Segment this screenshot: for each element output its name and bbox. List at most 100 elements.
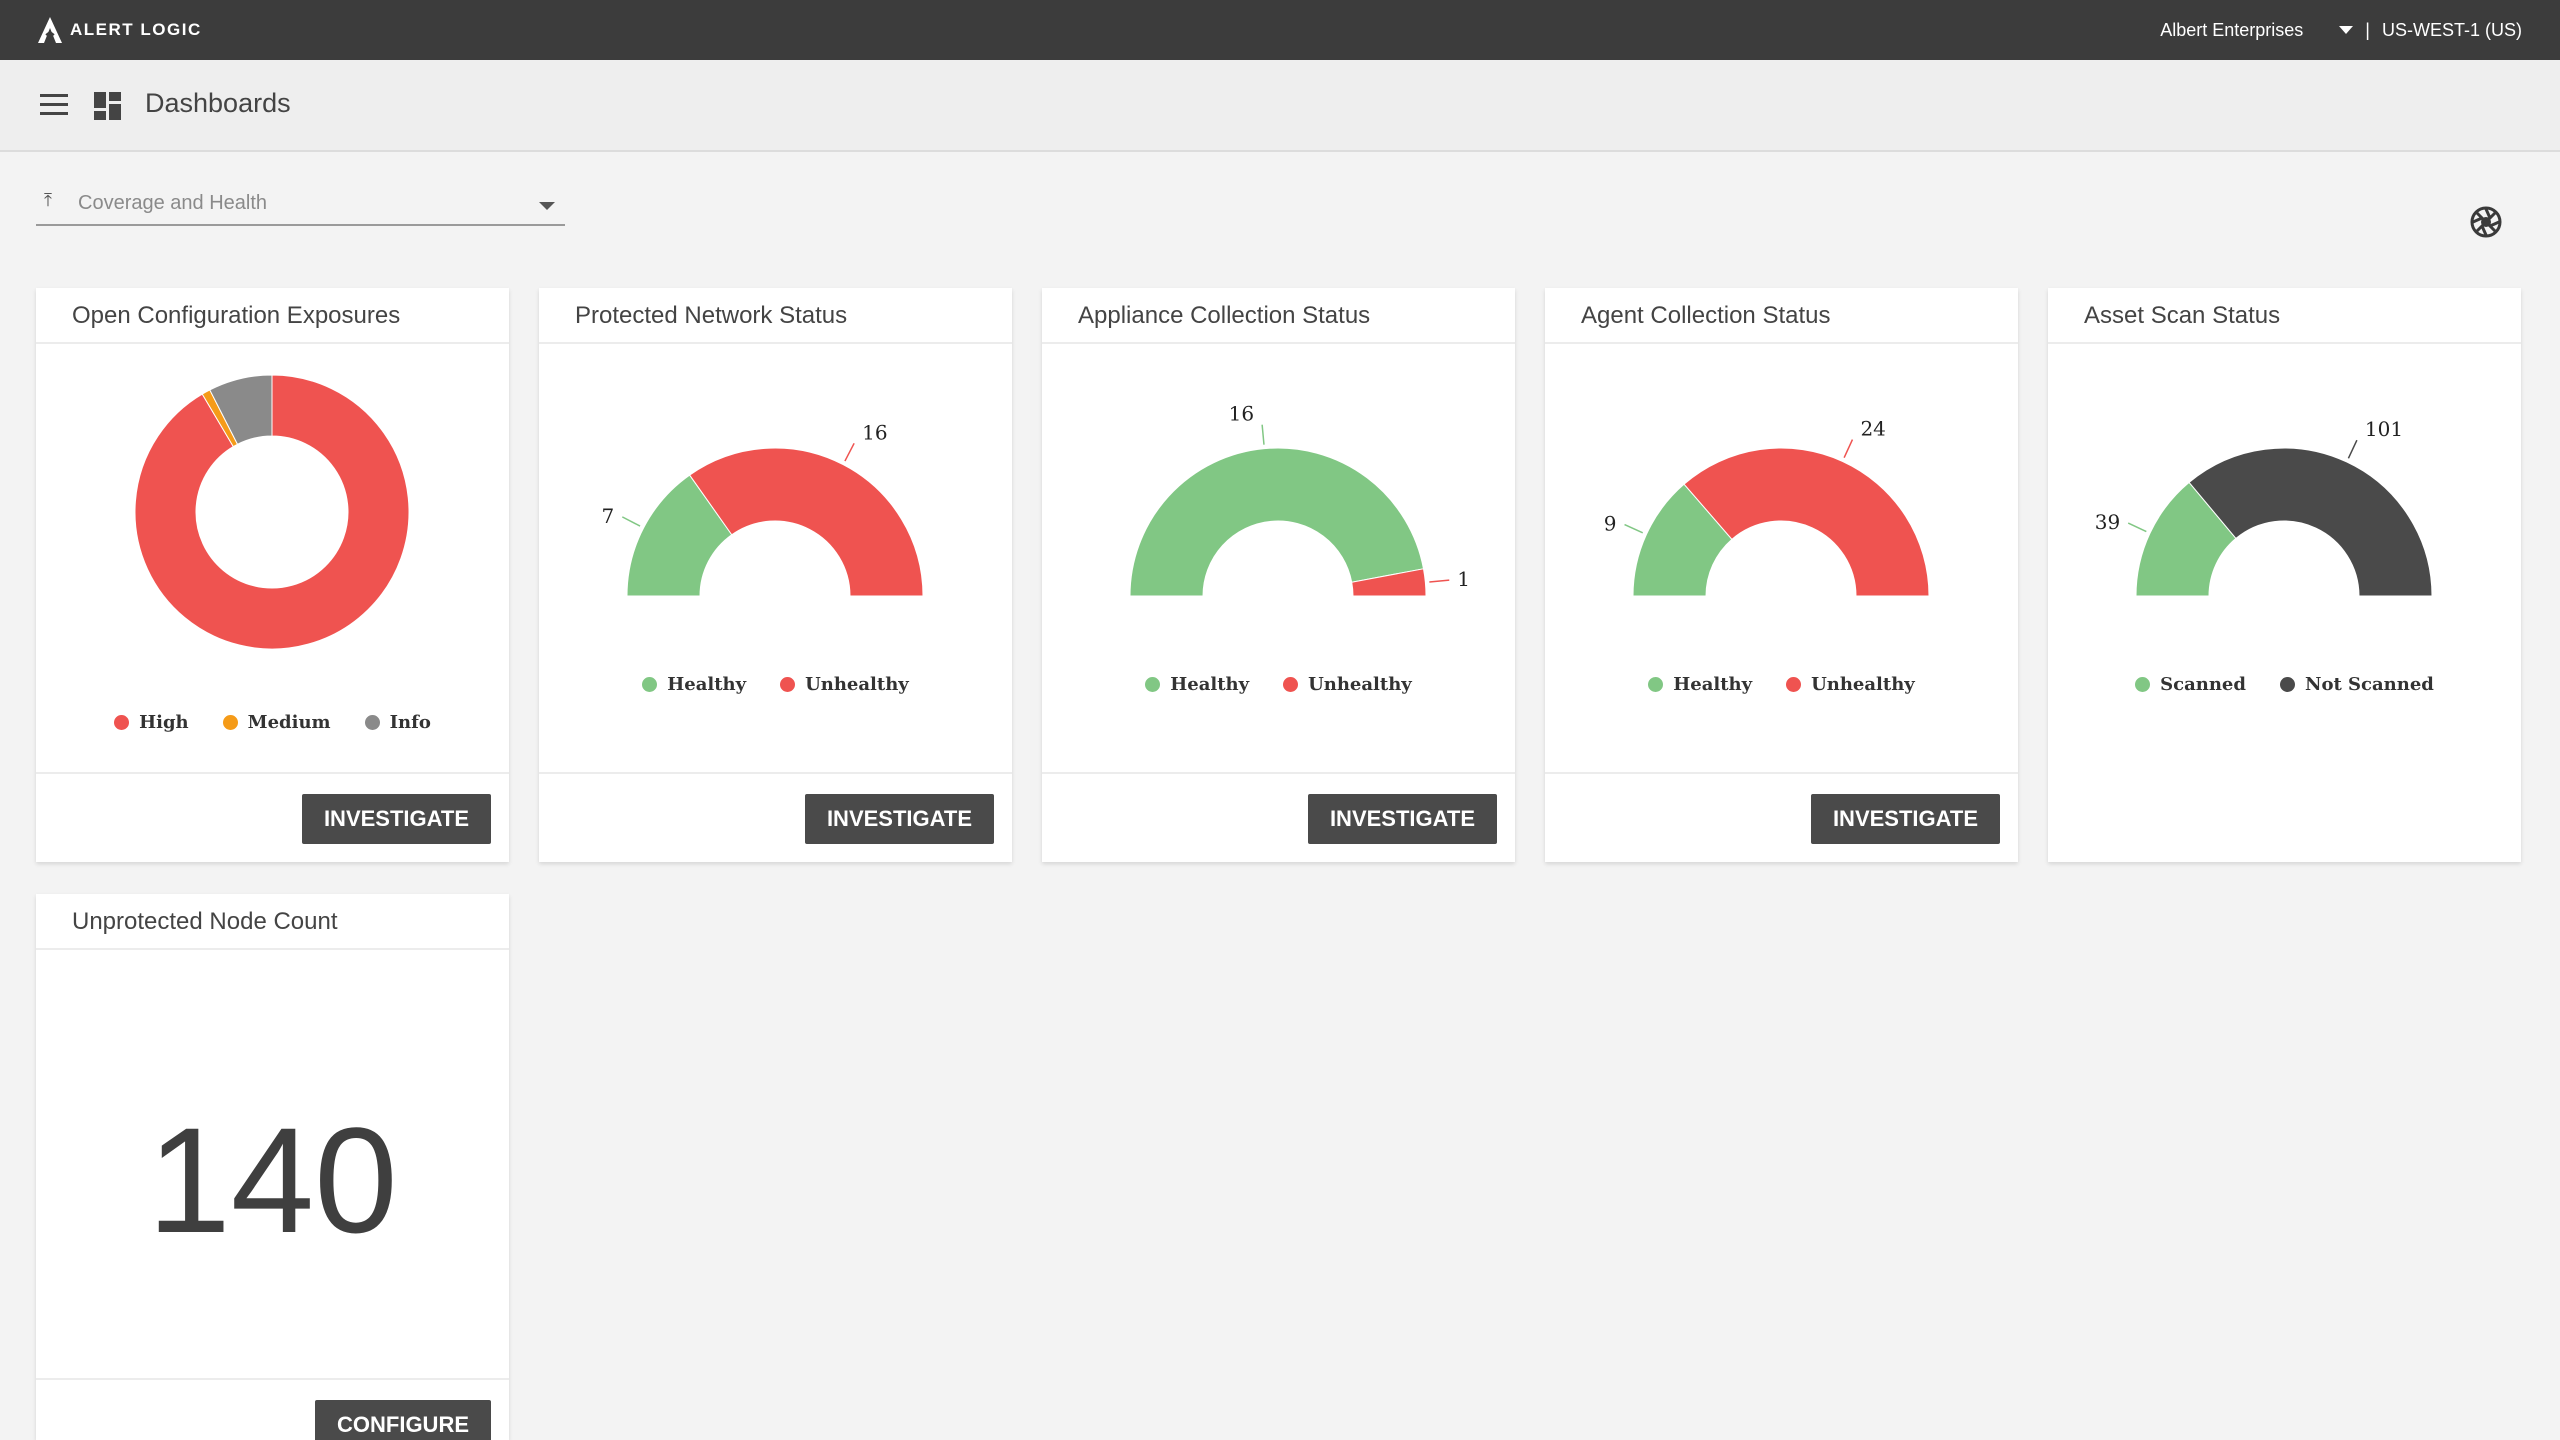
divider (36, 1378, 509, 1380)
protected-network-gauge-chart: 7 16 (602, 420, 924, 597)
legend-dot-icon (114, 715, 130, 730)
data-label: 16 (862, 420, 887, 444)
legend-dot-icon (1145, 677, 1161, 692)
page-header: Dashboards (0, 60, 2560, 152)
filter-icon: ⤒ (44, 190, 52, 210)
appliance-collection-gauge-chart: 16 1 (1129, 402, 1470, 597)
legend-item-info[interactable]: Info (364, 712, 431, 733)
logo-text: ALERT LOGIC (70, 20, 202, 39)
legend-dot-icon (1786, 677, 1802, 692)
agent-collection-status-card: Agent Collection Status 9 24 Healthy Unhe… (1545, 288, 2018, 862)
unprotected-node-count-card: Unprotected Node Count 140 CONFIGURE (36, 894, 509, 1440)
legend-item-medium[interactable]: Medium (222, 712, 331, 733)
legend-label: Unhealthy (1308, 674, 1412, 695)
account-menu: Albert Enterprises | US-WEST-1 (US) (2160, 0, 2522, 60)
gauge-slice-not-scanned[interactable] (2188, 447, 2433, 597)
leader-line (1843, 439, 1854, 459)
legend-label: Healthy (1673, 674, 1753, 695)
data-label: 1 (1457, 567, 1470, 591)
divider (539, 772, 1012, 774)
account-name[interactable]: Albert Enterprises (2160, 20, 2303, 41)
protected-network-status-card: Protected Network Status 7 16 Healthy Unh… (539, 288, 1012, 862)
node-count-value: 140 (147, 1096, 398, 1264)
card-title: Agent Collection Status (1581, 302, 1831, 329)
legend-label: Healthy (1170, 674, 1250, 695)
legend-item-not-scanned[interactable]: Not Scanned (2279, 674, 2434, 695)
legend-dot-icon (222, 715, 238, 730)
legend-dot-icon (1283, 677, 1299, 692)
leader-line (1624, 523, 1644, 534)
card-title: Open Configuration Exposures (72, 302, 401, 329)
legend-label: Healthy (667, 674, 747, 695)
legend-item-healthy[interactable]: Healthy (642, 674, 746, 695)
legend-label: Not Scanned (2304, 674, 2434, 695)
leader-line (1429, 579, 1450, 583)
exposures-donut-chart (134, 374, 410, 650)
legend-label: Info (389, 712, 431, 733)
open-configuration-exposures-card: Open Configuration Exposures High Medium… (36, 288, 509, 862)
chart-legend: High Medium Info (36, 712, 509, 733)
legend-dot-icon (780, 677, 796, 692)
card-title: Appliance Collection Status (1078, 302, 1371, 329)
data-label: 24 (1860, 417, 1885, 441)
leader-line (844, 442, 855, 462)
legend-label: Unhealthy (805, 674, 909, 695)
legend-item-unhealthy[interactable]: Unhealthy (1786, 674, 1915, 695)
legend-item-healthy[interactable]: Healthy (1145, 674, 1249, 695)
top-bar: ALERT LOGIC Albert Enterprises | US-WEST… (0, 0, 2560, 60)
legend-dot-icon (2279, 677, 2295, 692)
leader-line (2127, 522, 2147, 533)
legend-item-high[interactable]: High (114, 712, 189, 733)
region-label[interactable]: US-WEST-1 (US) (2382, 20, 2522, 41)
leader-line (621, 516, 641, 527)
gauge-slice-unhealthy[interactable] (688, 447, 924, 597)
data-label: 39 (2095, 510, 2120, 534)
legend-item-scanned[interactable]: Scanned (2135, 674, 2246, 695)
legend-item-unhealthy[interactable]: Unhealthy (1283, 674, 1412, 695)
dashboard-select-value: Coverage and Health (78, 192, 268, 214)
aperture-icon[interactable] (2470, 206, 2502, 238)
chart-legend: Healthy Unhealthy (1042, 674, 1515, 695)
card-title: Unprotected Node Count (72, 908, 338, 935)
legend-dot-icon (1648, 677, 1664, 692)
appliance-collection-status-card: Appliance Collection Status 16 1 Healthy … (1042, 288, 1515, 862)
alert-logic-logo[interactable]: ALERT LOGIC (36, 14, 202, 46)
chart-legend: Healthy Unhealthy (1545, 674, 2018, 695)
investigate-button[interactable]: INVESTIGATE (804, 794, 994, 844)
legend-dot-icon (642, 677, 658, 692)
page-title: Dashboards (145, 88, 291, 118)
data-label: 101 (2365, 417, 2403, 441)
agent-collection-gauge-chart: 9 24 (1604, 417, 1930, 597)
chevron-down-icon (539, 202, 555, 210)
investigate-button[interactable]: INVESTIGATE (1307, 794, 1497, 844)
legend-item-healthy[interactable]: Healthy (1648, 674, 1752, 695)
legend-label: Scanned (2160, 674, 2246, 695)
legend-label: High (139, 712, 189, 733)
gauge-slice-healthy[interactable] (1129, 447, 1425, 597)
asset-scan-gauge-chart: 39 101 (2095, 417, 2433, 597)
investigate-button[interactable]: INVESTIGATE (301, 794, 491, 844)
gauge-slice-unhealthy[interactable] (1683, 447, 1930, 597)
chart-legend: Healthy Unhealthy (539, 674, 1012, 695)
asset-scan-status-card: Asset Scan Status 39 101 Scanned Not Scan… (2048, 288, 2521, 862)
data-label: 9 (1604, 512, 1617, 536)
data-label: 16 (1229, 402, 1254, 426)
configure-button[interactable]: CONFIGURE (315, 1400, 491, 1440)
menu-icon[interactable] (40, 94, 68, 116)
dashboard-select[interactable]: ⤒ Coverage and Health (36, 186, 565, 226)
chart-legend: Scanned Not Scanned (2048, 674, 2521, 695)
account-dropdown-icon[interactable] (2339, 26, 2354, 34)
divider (36, 948, 509, 950)
divider (1042, 772, 1515, 774)
leader-line (1261, 424, 1265, 445)
card-title: Protected Network Status (575, 302, 848, 329)
investigate-button[interactable]: INVESTIGATE (1810, 794, 2000, 844)
legend-dot-icon (364, 715, 380, 730)
divider (1545, 772, 2018, 774)
separator: | (2365, 19, 2370, 40)
dashboard-icon (94, 92, 121, 120)
legend-item-unhealthy[interactable]: Unhealthy (780, 674, 909, 695)
divider (36, 772, 509, 774)
leader-line (2347, 439, 2358, 459)
legend-label: Medium (247, 712, 331, 733)
